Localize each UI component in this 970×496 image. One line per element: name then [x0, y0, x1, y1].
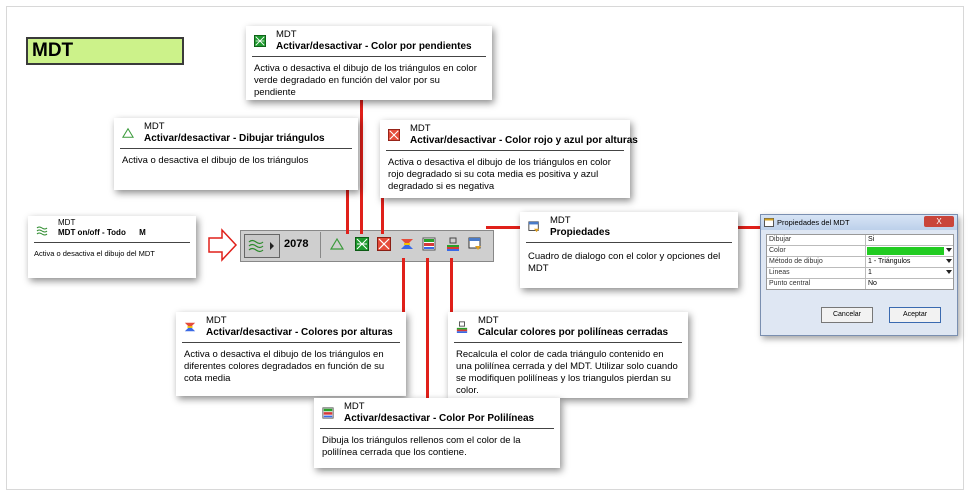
- tooltip-title: Activar/desactivar - Color por pendiente…: [276, 41, 472, 52]
- triangle-count: 2078: [284, 238, 309, 250]
- connector-line: [381, 196, 384, 234]
- recalc-polyline-icon: [456, 321, 468, 333]
- property-value: 1 - Triángulos: [866, 257, 953, 267]
- mdt-dropdown-button[interactable]: [244, 234, 280, 258]
- color-height-icon[interactable]: [400, 237, 414, 251]
- property-grid: Dibujar Si Color Método de dibujo 1 - Tr…: [766, 234, 954, 290]
- property-row[interactable]: Color: [767, 246, 953, 257]
- tooltip-app: MDT: [344, 401, 365, 412]
- tooltip-app: MDT: [144, 121, 165, 132]
- tooltip-app: MDT: [478, 315, 499, 326]
- recalc-polyline-icon[interactable]: [446, 237, 460, 251]
- tooltip-title: Calcular colores por polilíneas cerradas: [478, 327, 669, 338]
- tooltip-body: Recalcula el color de cada triángulo con…: [456, 349, 678, 396]
- tooltip-body: Cuadro de dialogo con el color y opcione…: [528, 251, 721, 274]
- green-slope-icon: [254, 35, 266, 47]
- connector-line: [450, 258, 453, 314]
- property-row[interactable]: Dibujar Si: [767, 235, 953, 246]
- tooltip-body: Dibuja los triángulos rellenos com el co…: [322, 435, 521, 458]
- tooltip-calcular-polilineas: MDT Calcular colores por polilíneas cerr…: [448, 312, 688, 398]
- color-height-icon: [184, 322, 196, 332]
- properties-icon: [528, 221, 540, 233]
- connector-line: [360, 98, 363, 234]
- property-key: Dibujar: [767, 235, 866, 245]
- dialog-titlebar[interactable]: Propiedades del MDT X: [761, 215, 957, 230]
- red-blue-height-icon: [388, 129, 400, 141]
- property-row[interactable]: Lineas 1: [767, 268, 953, 279]
- connector-line: [486, 226, 522, 229]
- tooltip-app: MDT: [58, 218, 76, 227]
- polyline-color-icon[interactable]: [422, 237, 436, 251]
- property-row[interactable]: Método de dibujo 1 - Triángulos: [767, 257, 953, 268]
- tooltip-body: Activa o desactiva el dibujo de los triá…: [254, 63, 477, 98]
- chevron-down-icon[interactable]: [946, 248, 952, 253]
- property-key: Lineas: [767, 268, 866, 278]
- property-value: Si: [868, 236, 875, 243]
- cancel-button[interactable]: Cancelar: [821, 307, 873, 323]
- tooltip-title: Activar/desactivar - Colores por alturas: [206, 327, 393, 338]
- tooltip-color-pendientes: MDT Activar/desactivar - Color por pendi…: [246, 26, 492, 100]
- green-slope-icon[interactable]: [355, 237, 369, 251]
- chevron-right-icon: [270, 242, 274, 250]
- arrow-right-icon: [208, 228, 238, 262]
- property-key: Punto central: [767, 279, 866, 289]
- red-blue-height-icon[interactable]: [377, 237, 391, 251]
- shortcut-key: M: [139, 228, 146, 237]
- tooltip-colores-alturas: MDT Activar/desactivar - Colores por alt…: [176, 312, 406, 396]
- chevron-down-icon[interactable]: [946, 270, 952, 275]
- triangle-outline-icon: [122, 127, 134, 138]
- property-value: [866, 246, 953, 256]
- tooltip-title: Activar/desactivar - Dibujar triángulos: [144, 133, 325, 144]
- tooltip-color-polilineas: MDT Activar/desactivar - Color Por Polil…: [314, 398, 560, 468]
- accept-button[interactable]: Aceptar: [889, 307, 941, 323]
- dialog-title: Propiedades del MDT: [777, 218, 850, 227]
- tooltip-app: MDT: [206, 315, 227, 326]
- tooltip-body: Activa o desactiva el dibujo de los triá…: [184, 349, 385, 384]
- tooltip-body: Activa o desactiva el dibujo de los triá…: [122, 155, 309, 166]
- polyline-color-icon: [322, 407, 334, 419]
- property-key: Método de dibujo: [767, 257, 866, 267]
- tooltip-propiedades: MDT Propiedades Cuadro de dialogo con el…: [520, 212, 738, 288]
- connector-line: [402, 258, 405, 316]
- triangle-outline-icon[interactable]: [330, 237, 344, 251]
- tooltip-app: MDT: [550, 215, 571, 226]
- terrain-lines-icon: [248, 239, 264, 253]
- tooltip-dibujar-triangulos: MDT Activar/desactivar - Dibujar triángu…: [114, 118, 358, 190]
- properties-dialog: Propiedades del MDT X Dibujar Si Color M…: [760, 214, 958, 336]
- property-value: No: [868, 280, 877, 287]
- property-value: 1: [866, 268, 953, 278]
- property-row[interactable]: Punto central No: [767, 279, 953, 289]
- tooltip-rojo-azul-alturas: MDT Activar/desactivar - Color rojo y az…: [380, 120, 638, 198]
- tooltip-body: Activa o desactiva el dibujo del MDT: [34, 249, 155, 258]
- tooltip-app: MDT: [276, 29, 297, 40]
- toolbar-separator: [320, 232, 321, 258]
- tooltip-title: Activar/desactivar - Color Por Polilínea…: [344, 413, 535, 424]
- tooltip-title: Activar/desactivar - Color rojo y azul p…: [410, 135, 638, 146]
- window-icon: [764, 218, 774, 227]
- close-button[interactable]: X: [924, 216, 954, 227]
- terrain-lines-icon: [36, 226, 48, 236]
- chevron-down-icon[interactable]: [946, 259, 952, 264]
- properties-icon[interactable]: [468, 237, 482, 251]
- connector-line: [346, 186, 349, 234]
- page-title: MDT: [26, 37, 184, 65]
- connector-line: [426, 258, 429, 400]
- property-key: Color: [767, 246, 866, 256]
- connector-line: [736, 226, 762, 229]
- tooltip-body: Activa o desactiva el dibujo de los triá…: [388, 157, 611, 192]
- tooltip-mdt-todo: MDT MDT on/off - Todo M Activa o desacti…: [28, 216, 196, 278]
- color-swatch: [867, 247, 944, 255]
- tooltip-title: MDT on/off - Todo M: [58, 228, 146, 237]
- tooltip-title: Propiedades: [550, 227, 611, 238]
- tooltip-app: MDT: [410, 123, 431, 134]
